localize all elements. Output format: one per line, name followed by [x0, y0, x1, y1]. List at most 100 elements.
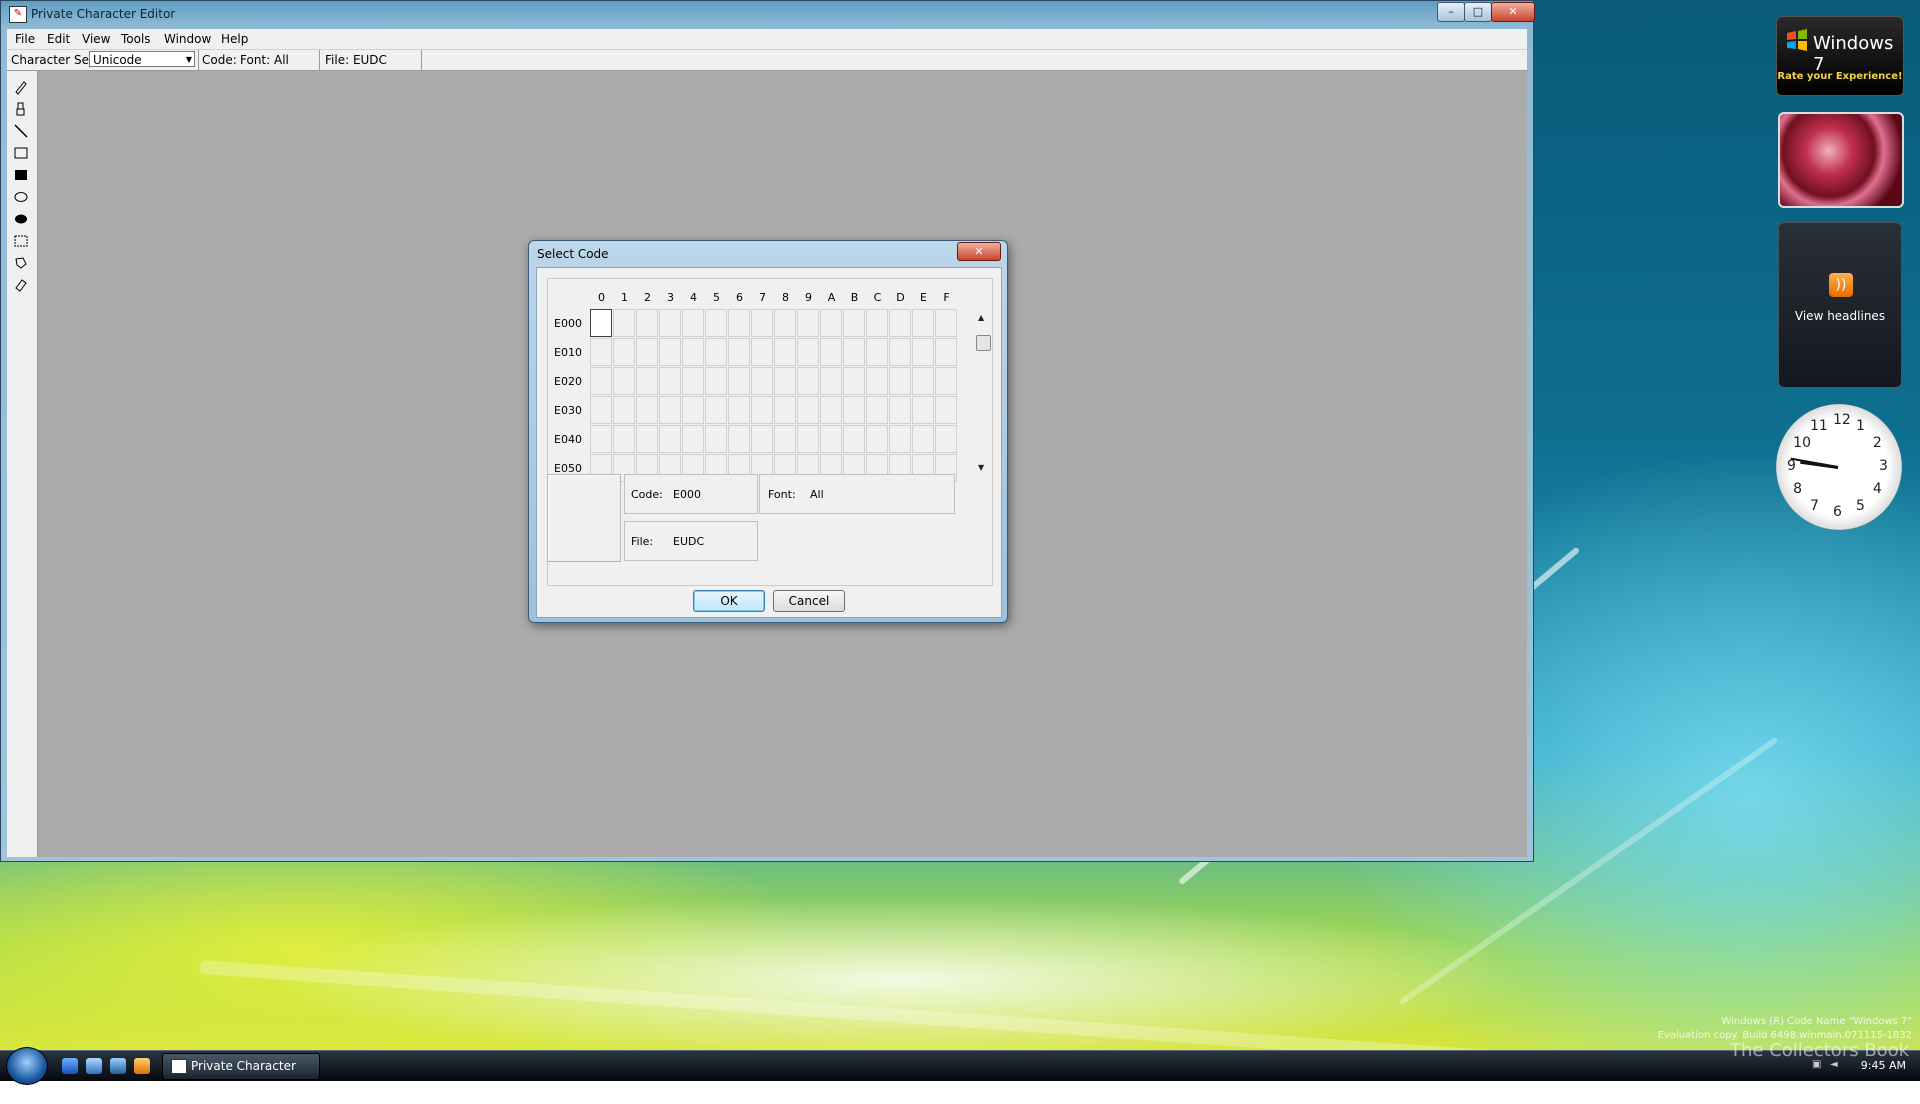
code-cell[interactable] [636, 396, 658, 424]
code-cell[interactable] [820, 425, 842, 453]
maximize-button[interactable]: □ [1464, 2, 1492, 22]
hollow-ellipse-icon[interactable] [13, 189, 29, 205]
menu-tools[interactable]: Tools [121, 32, 151, 46]
code-cell[interactable] [935, 367, 957, 395]
code-cell[interactable] [613, 396, 635, 424]
menu-window[interactable]: Window [164, 32, 211, 46]
code-cell[interactable] [636, 367, 658, 395]
code-cell[interactable] [843, 367, 865, 395]
code-cell[interactable] [820, 367, 842, 395]
code-cell[interactable] [774, 309, 796, 337]
code-cell[interactable] [751, 396, 773, 424]
code-cell[interactable] [636, 425, 658, 453]
eraser-icon[interactable] [13, 277, 29, 293]
pencil-icon[interactable] [13, 79, 29, 95]
menu-file[interactable]: File [15, 32, 35, 46]
feed-headlines-gadget[interactable]: )) View headlines [1778, 222, 1902, 388]
code-cell[interactable] [728, 338, 750, 366]
slideshow-gadget[interactable] [1778, 112, 1904, 208]
cancel-button[interactable]: Cancel [773, 590, 845, 612]
code-cell[interactable] [797, 309, 819, 337]
code-cell[interactable] [590, 367, 612, 395]
media-player-icon[interactable] [134, 1058, 150, 1074]
menu-help[interactable]: Help [221, 32, 248, 46]
filled-ellipse-icon[interactable] [13, 211, 29, 227]
code-cell[interactable] [751, 309, 773, 337]
code-cell[interactable] [843, 309, 865, 337]
code-cell[interactable] [889, 396, 911, 424]
code-cell[interactable] [866, 396, 888, 424]
rectangular-selection-icon[interactable] [13, 233, 29, 249]
close-button[interactable]: ✕ [1491, 2, 1535, 22]
code-cell[interactable] [912, 309, 934, 337]
code-cell[interactable] [659, 425, 681, 453]
code-cell[interactable] [866, 309, 888, 337]
code-cell[interactable] [797, 367, 819, 395]
scroll-thumb[interactable] [976, 335, 991, 351]
show-desktop-icon[interactable] [86, 1058, 102, 1074]
code-cell[interactable] [613, 338, 635, 366]
code-cell[interactable] [682, 396, 704, 424]
code-cell[interactable] [843, 338, 865, 366]
switch-windows-icon[interactable] [110, 1058, 126, 1074]
code-cell[interactable] [843, 396, 865, 424]
code-cell[interactable] [889, 425, 911, 453]
code-cell[interactable] [751, 367, 773, 395]
code-cell[interactable] [590, 338, 612, 366]
dialog-close-button[interactable]: ✕ [957, 242, 1001, 261]
code-cell[interactable] [889, 309, 911, 337]
code-cell[interactable] [935, 396, 957, 424]
code-cell[interactable] [912, 396, 934, 424]
code-cell[interactable] [728, 425, 750, 453]
code-cell[interactable] [820, 338, 842, 366]
code-cell[interactable] [912, 425, 934, 453]
hollow-rectangle-icon[interactable] [13, 145, 29, 161]
freeform-selection-icon[interactable] [13, 255, 29, 271]
code-cell[interactable] [797, 396, 819, 424]
code-cell[interactable] [728, 309, 750, 337]
filled-rectangle-icon[interactable] [13, 167, 29, 183]
code-cell[interactable] [590, 425, 612, 453]
code-cell[interactable] [705, 396, 727, 424]
code-cell[interactable] [636, 309, 658, 337]
code-cell[interactable] [820, 309, 842, 337]
code-cell[interactable] [705, 425, 727, 453]
code-cell[interactable] [705, 309, 727, 337]
code-cell[interactable] [659, 396, 681, 424]
windows7-gadget[interactable]: Windows 7 Rate your Experience! [1776, 16, 1904, 96]
code-cell[interactable] [682, 309, 704, 337]
code-cell[interactable] [590, 396, 612, 424]
code-cell[interactable] [866, 338, 888, 366]
code-cell[interactable] [659, 367, 681, 395]
code-cell[interactable] [797, 338, 819, 366]
code-cell[interactable] [705, 338, 727, 366]
code-cell[interactable] [751, 425, 773, 453]
code-cell[interactable] [774, 396, 796, 424]
code-cell[interactable] [866, 367, 888, 395]
code-cell[interactable] [889, 338, 911, 366]
code-cell[interactable] [797, 425, 819, 453]
scroll-down-icon[interactable]: ▼ [978, 463, 984, 472]
code-cell[interactable] [912, 338, 934, 366]
code-cell[interactable] [843, 425, 865, 453]
code-cell[interactable] [659, 338, 681, 366]
taskbar-item-private-character-editor[interactable]: Private Character Ed... [162, 1053, 320, 1098]
grid-scrollbar[interactable]: ▲ ▼ [974, 313, 992, 493]
code-cell[interactable] [728, 396, 750, 424]
code-cell[interactable] [935, 309, 957, 337]
code-cell[interactable] [889, 367, 911, 395]
code-cell[interactable] [613, 309, 635, 337]
minimize-button[interactable]: – [1437, 2, 1465, 22]
scroll-up-icon[interactable]: ▲ [978, 313, 984, 322]
code-cell[interactable] [774, 338, 796, 366]
code-cell[interactable] [590, 309, 612, 337]
code-cell[interactable] [774, 425, 796, 453]
code-cell[interactable] [636, 338, 658, 366]
charset-select[interactable]: Unicode ▼ [89, 51, 195, 67]
code-cell[interactable] [682, 367, 704, 395]
code-cell[interactable] [774, 367, 796, 395]
brush-icon[interactable] [13, 101, 29, 117]
code-cell[interactable] [820, 396, 842, 424]
code-cell[interactable] [659, 309, 681, 337]
code-cell[interactable] [935, 338, 957, 366]
